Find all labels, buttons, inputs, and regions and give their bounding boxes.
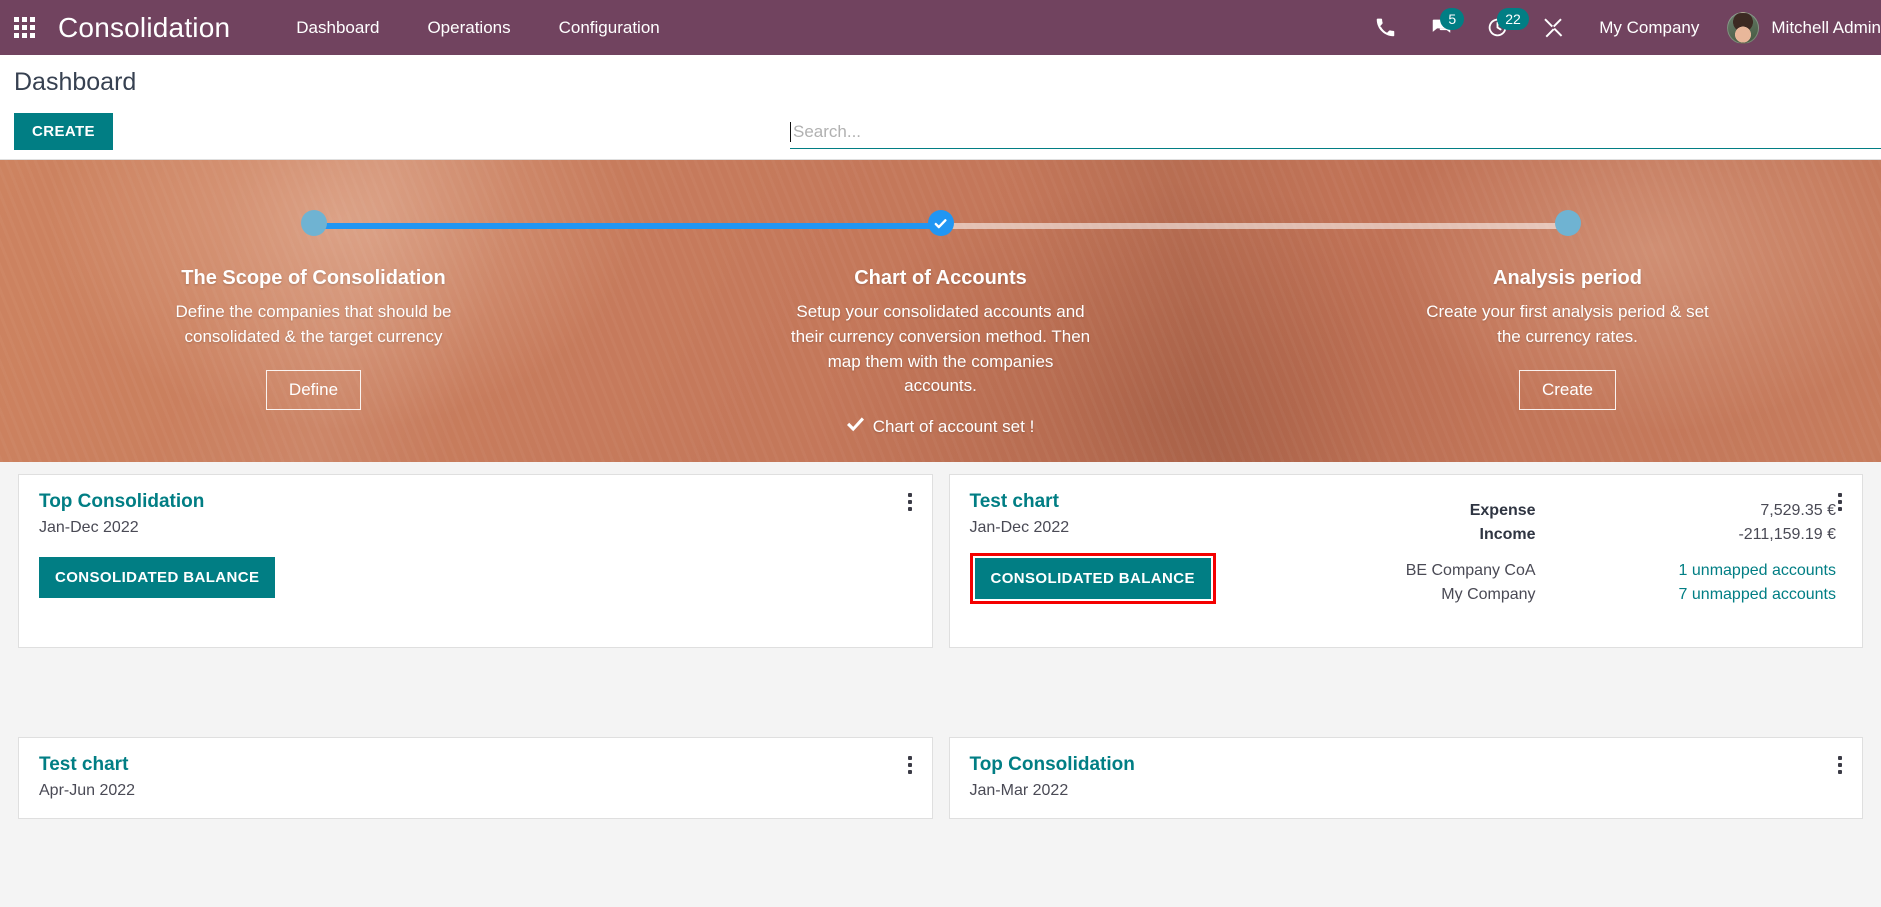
top-navbar: Consolidation Dashboard Operations Confi… (0, 0, 1881, 55)
kanban-card-period: Apr-Jun 2022 (39, 781, 136, 799)
avatar (1727, 11, 1760, 44)
kanban-card-main: Top Consolidation Jan-Mar 2022 (970, 754, 1300, 800)
kanban-card-title[interactable]: Top Consolidation (39, 491, 369, 513)
kanban-card-menu-icon[interactable] (1834, 752, 1846, 778)
chart-of-account-set-note: Chart of account set ! (846, 417, 1035, 437)
create-period-button[interactable]: Create (1518, 369, 1617, 410)
onboarding-banner: The Scope of Consolidation Define the co… (0, 160, 1881, 462)
phone-icon[interactable] (1358, 0, 1413, 55)
step-bullet-scope[interactable] (300, 210, 327, 236)
app-brand[interactable]: Consolidation (58, 12, 230, 44)
kanban-column-right-2: Top Consolidation Jan-Mar 2022 (941, 736, 1872, 907)
consolidated-balance-highlight: CONSOLIDATED BALANCE (969, 553, 1216, 604)
user-name: Mitchell Admin (1771, 17, 1881, 37)
apps-grid-icon[interactable] (14, 16, 36, 39)
kanban-stats-table: Expense 7,529.35 € Income -211,159.19 € … (1300, 499, 1836, 607)
table-row: My Company 7 unmapped accounts (1300, 583, 1836, 607)
onboarding-step-chart-of-accounts: Chart of Accounts Setup your consolidate… (627, 210, 1254, 462)
consolidated-balance-button[interactable]: CONSOLIDATED BALANCE (974, 558, 1211, 599)
table-row: BE Company CoA 1 unmapped accounts (1300, 559, 1836, 583)
stat-value: -211,159.19 € (1738, 526, 1836, 543)
kanban-card-test-chart-jan-dec[interactable]: Test chart Jan-Dec 2022 CONSOLIDATED BAL… (948, 474, 1863, 648)
kanban-card-title[interactable]: Test chart (970, 491, 1300, 513)
table-row: Expense 7,529.35 € (1300, 499, 1836, 523)
kanban-card-main: Test chart Jan-Dec 2022 CONSOLIDATED BAL… (969, 491, 1300, 629)
kanban-card-main: Top Consolidation Jan-Dec 2022 CONSOLIDA… (39, 491, 369, 629)
step-bullet-chart-of-accounts[interactable] (927, 210, 954, 236)
step-desc-analysis-period: Create your first analysis period & set … (1426, 302, 1709, 346)
chart-of-account-set-label: Chart of account set ! (872, 417, 1035, 437)
onboarding-step-analysis-period: Analysis period Create your first analys… (1254, 210, 1881, 462)
step-title-analysis-period: Analysis period (1493, 267, 1642, 289)
messages-badge: 5 (1440, 8, 1465, 30)
progress-bar-filled (313, 223, 941, 229)
menu-item-configuration[interactable]: Configuration (535, 0, 684, 55)
messages-icon[interactable]: 5 (1413, 0, 1470, 55)
kanban-card-title[interactable]: Top Consolidation (970, 754, 1300, 776)
kanban-card-menu-icon[interactable] (1834, 489, 1846, 515)
kanban-column-right-1: Test chart Jan-Dec 2022 CONSOLIDATED BAL… (941, 474, 1872, 737)
kanban-card-title[interactable]: Test chart (39, 754, 369, 776)
control-panel: Dashboard CREATE Filters (0, 55, 1881, 204)
activities-clock-icon[interactable]: 22 (1470, 0, 1529, 55)
menu-item-operations[interactable]: Operations (403, 0, 534, 55)
kanban-card-top-consolidation-jan-dec[interactable]: Top Consolidation Jan-Dec 2022 CONSOLIDA… (18, 474, 933, 648)
search-caret (790, 121, 791, 142)
consolidated-balance-button[interactable]: CONSOLIDATED BALANCE (39, 557, 276, 598)
check-mark-icon (846, 417, 864, 437)
step-title-scope: The Scope of Consolidation (181, 267, 446, 289)
stat-label: Expense (1469, 502, 1536, 519)
kanban-card-top-consolidation-jan-mar[interactable]: Top Consolidation Jan-Mar 2022 (948, 736, 1863, 819)
stat-value: 7,529.35 € (1760, 502, 1836, 519)
stat-label: My Company (1441, 586, 1536, 603)
kanban-view: Top Consolidation Jan-Dec 2022 CONSOLIDA… (0, 462, 1881, 907)
kanban-card-menu-icon[interactable] (904, 752, 916, 778)
stat-label: Income (1479, 526, 1536, 543)
activities-badge: 22 (1497, 8, 1529, 30)
kanban-card-menu-icon[interactable] (904, 489, 916, 515)
developer-tools-icon[interactable] (1525, 0, 1581, 55)
unmapped-accounts-link[interactable]: 1 unmapped accounts (1586, 559, 1836, 583)
define-button[interactable]: Define (265, 369, 362, 410)
kanban-card-main: Test chart Apr-Jun 2022 (39, 754, 369, 800)
stat-label: BE Company CoA (1405, 562, 1536, 579)
navbar-systray: 5 22 My Company Mitchell Admin (1358, 0, 1881, 55)
step-desc-chart-of-accounts: Setup your consolidated accounts and the… (790, 302, 1091, 396)
kanban-column-left-2: Test chart Apr-Jun 2022 (10, 736, 941, 907)
search-input[interactable] (793, 121, 1881, 142)
kanban-column-left-1: Top Consolidation Jan-Dec 2022 CONSOLIDA… (10, 474, 941, 737)
kanban-card-test-chart-apr-jun[interactable]: Test chart Apr-Jun 2022 (18, 736, 933, 819)
kanban-card-period: Jan-Dec 2022 (969, 519, 1070, 536)
kanban-card-period: Jan-Mar 2022 (969, 781, 1069, 799)
user-menu[interactable]: Mitchell Admin (1717, 11, 1881, 44)
company-switcher[interactable]: My Company (1581, 18, 1717, 38)
create-button[interactable]: CREATE (14, 113, 113, 150)
onboarding-step-scope: The Scope of Consolidation Define the co… (0, 210, 627, 462)
step-desc-scope: Define the companies that should be cons… (175, 302, 452, 346)
onboarding-steps: The Scope of Consolidation Define the co… (0, 160, 1881, 462)
step-bullet-analysis-period[interactable] (1554, 210, 1581, 236)
unmapped-accounts-link[interactable]: 7 unmapped accounts (1586, 583, 1836, 607)
step-title-chart-of-accounts: Chart of Accounts (854, 267, 1027, 289)
page-title: Dashboard (14, 68, 137, 96)
search-view[interactable] (790, 115, 1881, 149)
check-icon (934, 218, 947, 228)
progress-bar-empty (940, 223, 1568, 229)
kanban-card-stats: Expense 7,529.35 € Income -211,159.19 € … (1300, 491, 1843, 629)
table-row: Income -211,159.19 € (1300, 523, 1836, 547)
kanban-card-period: Jan-Dec 2022 (39, 519, 139, 536)
menu-item-dashboard[interactable]: Dashboard (272, 0, 403, 55)
main-menu: Dashboard Operations Configuration (272, 0, 683, 55)
